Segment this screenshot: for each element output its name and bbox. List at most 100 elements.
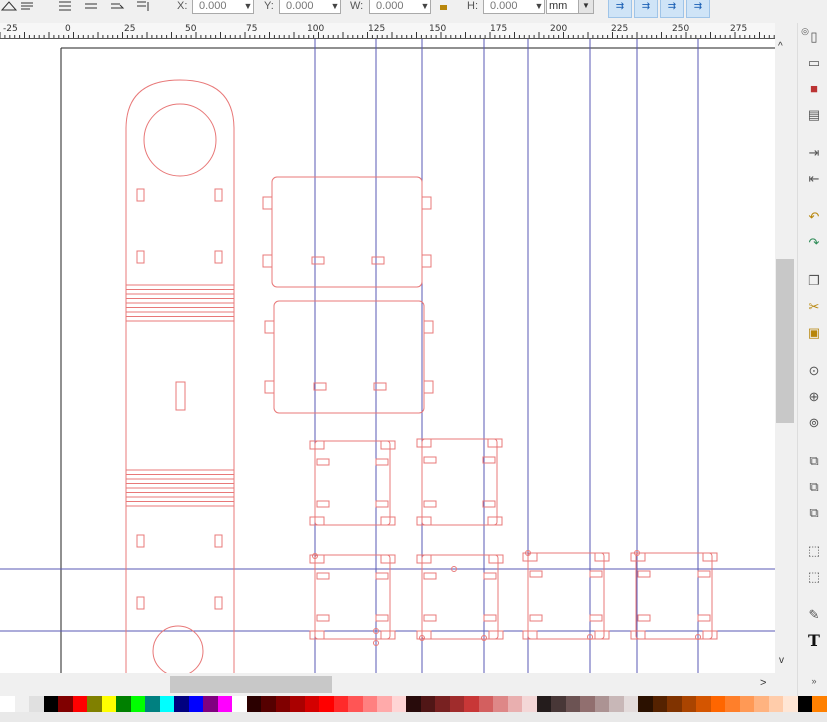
panel-tab[interactable] — [423, 380, 434, 394]
color-swatch[interactable] — [551, 696, 567, 712]
small-box[interactable] — [635, 552, 713, 640]
box-slot[interactable] — [316, 614, 330, 622]
color-swatch[interactable] — [536, 696, 552, 712]
scale-stroke-button[interactable]: ⇉ — [608, 0, 632, 18]
panel-tab[interactable] — [421, 254, 432, 268]
color-swatch[interactable] — [565, 696, 581, 712]
scroll-up-icon[interactable]: ^ — [778, 41, 783, 52]
box-tab[interactable] — [488, 630, 504, 640]
rotate-icon[interactable] — [18, 0, 36, 14]
arm-slot[interactable] — [136, 534, 145, 548]
color-palette[interactable] — [0, 696, 827, 712]
color-swatch[interactable] — [188, 696, 204, 712]
drawing-canvas[interactable] — [0, 39, 775, 673]
unit-select[interactable]: mm ▼ — [546, 0, 594, 14]
box-slot[interactable] — [529, 570, 543, 578]
color-swatch[interactable] — [783, 696, 799, 712]
color-swatch[interactable] — [681, 696, 697, 712]
box-tab[interactable] — [416, 438, 432, 448]
new-document-icon[interactable]: ▯ — [806, 29, 822, 45]
scroll-down-icon[interactable]: v — [779, 655, 784, 666]
small-box[interactable] — [421, 554, 499, 640]
zoom-selection-icon[interactable]: ⊙ — [806, 363, 822, 379]
copy-icon[interactable]: ❐ — [806, 273, 822, 289]
color-swatch[interactable] — [43, 696, 59, 712]
box-slot[interactable] — [482, 456, 496, 464]
box-slot[interactable] — [375, 614, 389, 622]
color-swatch[interactable] — [812, 696, 827, 712]
color-swatch[interactable] — [246, 696, 262, 712]
box-slot[interactable] — [423, 614, 437, 622]
box-tab[interactable] — [309, 440, 325, 450]
color-swatch[interactable] — [391, 696, 407, 712]
color-swatch[interactable] — [725, 696, 741, 712]
y-spin-arrow[interactable]: ▼ — [330, 0, 340, 14]
box-slot[interactable] — [316, 458, 330, 466]
box-tab[interactable] — [630, 552, 646, 562]
box-slot[interactable] — [423, 500, 437, 508]
cut-icon[interactable]: ✂ — [806, 299, 822, 315]
redo-icon[interactable]: ↷ — [806, 235, 822, 251]
lock-icon[interactable] — [438, 0, 450, 14]
color-swatch[interactable] — [435, 696, 451, 712]
color-swatch[interactable] — [478, 696, 494, 712]
color-swatch[interactable] — [710, 696, 726, 712]
box-slot[interactable] — [375, 572, 389, 580]
scale-corners-button[interactable]: ⇉ — [634, 0, 658, 18]
color-swatch[interactable] — [58, 696, 74, 712]
color-swatch[interactable] — [159, 696, 175, 712]
arm-piece[interactable] — [125, 79, 235, 673]
duplicate-icon[interactable]: ⧉ — [806, 453, 822, 469]
box-tab[interactable] — [380, 440, 396, 450]
color-swatch[interactable] — [275, 696, 291, 712]
color-swatch[interactable] — [0, 696, 15, 712]
color-swatch[interactable] — [261, 696, 277, 712]
box-slot[interactable] — [316, 572, 330, 580]
panel-tab[interactable] — [262, 254, 273, 268]
box-slot[interactable] — [483, 614, 497, 622]
flip-icon[interactable] — [0, 0, 18, 14]
small-box[interactable] — [527, 552, 605, 640]
horizontal-scroll-thumb[interactable] — [170, 676, 332, 693]
box-slot[interactable] — [483, 572, 497, 580]
color-swatch[interactable] — [507, 696, 523, 712]
box-slot[interactable] — [482, 500, 496, 508]
color-swatch[interactable] — [580, 696, 596, 712]
group-icon[interactable]: ⬚ — [806, 543, 822, 559]
panel-slot[interactable] — [313, 382, 327, 391]
box-slot[interactable] — [697, 614, 711, 622]
color-swatch[interactable] — [116, 696, 132, 712]
panel-tab[interactable] — [423, 320, 434, 334]
print-icon[interactable]: ▤ — [806, 107, 822, 123]
raise-to-top-icon[interactable] — [56, 0, 74, 14]
color-swatch[interactable] — [696, 696, 712, 712]
color-swatch[interactable] — [493, 696, 509, 712]
color-swatch[interactable] — [609, 696, 625, 712]
small-box[interactable] — [314, 554, 391, 640]
fill-stroke-icon[interactable]: ✎ — [806, 607, 822, 623]
panel-tab[interactable] — [264, 320, 275, 334]
text-font-icon[interactable]: T — [806, 633, 822, 649]
box-tab[interactable] — [487, 438, 503, 448]
panel-tab[interactable] — [421, 196, 432, 210]
scroll-right-icon[interactable]: > — [760, 677, 766, 689]
save-icon[interactable]: ■ — [806, 81, 822, 97]
arm-slot[interactable] — [136, 188, 145, 202]
undo-icon[interactable]: ↶ — [806, 209, 822, 225]
box-tab[interactable] — [630, 630, 646, 640]
panel-tab[interactable] — [262, 196, 273, 210]
box-slot[interactable] — [697, 570, 711, 578]
lower-icon[interactable] — [108, 0, 126, 14]
drawing[interactable] — [0, 39, 775, 673]
color-swatch[interactable] — [232, 696, 248, 712]
color-swatch[interactable] — [594, 696, 610, 712]
box-tab[interactable] — [309, 630, 325, 640]
box-slot[interactable] — [316, 500, 330, 508]
box-tab[interactable] — [416, 516, 432, 526]
lower-to-bottom-icon[interactable] — [134, 0, 152, 14]
color-swatch[interactable] — [449, 696, 465, 712]
arm-slot[interactable] — [136, 250, 145, 264]
color-swatch[interactable] — [290, 696, 306, 712]
color-swatch[interactable] — [174, 696, 190, 712]
box-slot[interactable] — [423, 456, 437, 464]
